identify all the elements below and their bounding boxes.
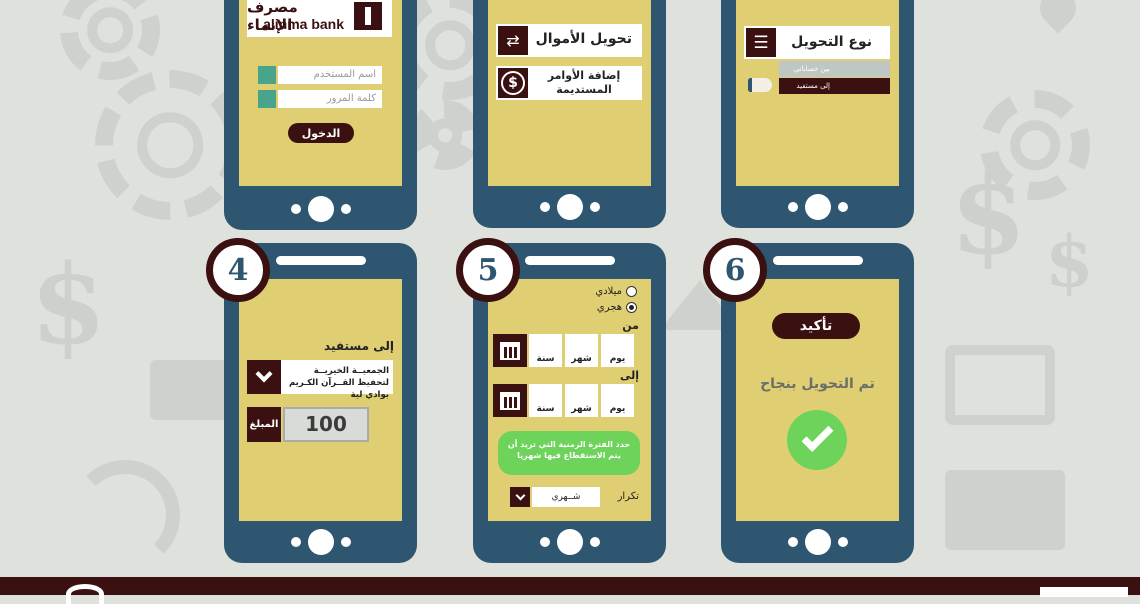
- phone-screen: ⇄ تحويل الأموال $ إضافة الأوامر المستديم…: [488, 0, 651, 186]
- gear-decoration: [95, 70, 245, 220]
- card-decoration-icon: [150, 360, 230, 420]
- calendar-icon[interactable]: [493, 334, 527, 367]
- from-label: من: [622, 319, 639, 332]
- option-to-beneficiary[interactable]: إلى مستفيد: [779, 78, 890, 94]
- amount-label: المبلغ: [247, 407, 281, 442]
- bank-logo: مصرف الإنماء alinma bank: [247, 0, 392, 37]
- gear-decoration: [60, 0, 160, 80]
- phone-screen: ميلادي هجري من سنة شهر يوم إلى سنة شهر ي…: [488, 279, 651, 521]
- chevron-down-icon: [247, 360, 281, 394]
- phone-login: مصرف الإنماء alinma bank اسم المستخدم كل…: [224, 0, 417, 230]
- home-bar: [290, 196, 351, 222]
- home-button[interactable]: [804, 194, 831, 220]
- home-bar: [787, 194, 848, 220]
- home-bar: [290, 529, 351, 555]
- footer-logo-icon: [66, 584, 104, 604]
- lock-icon: [258, 90, 276, 108]
- hijri-radio[interactable]: هجري: [597, 302, 637, 313]
- transfer-funds-label: تحويل الأموال: [535, 31, 632, 47]
- signal-decoration-icon: [70, 460, 180, 570]
- to-label: إلى: [619, 369, 639, 382]
- beneficiary-select[interactable]: الجمعيــة الخيريــة لتحفيظ القــرآن الكـ…: [247, 360, 393, 400]
- repeat-label: تكرار: [617, 491, 639, 502]
- phone-screen: إلى مستفيد الجمعيــة الخيريــة لتحفيظ ال…: [239, 279, 402, 521]
- home-bar: [787, 529, 848, 555]
- option-between-accounts[interactable]: بين حساباتي: [779, 61, 890, 77]
- success-message: تم التحويل بنجاح: [760, 376, 875, 392]
- home-bar: [539, 529, 600, 555]
- footer-bar: [0, 577, 1140, 604]
- amount-input[interactable]: 100: [283, 407, 369, 442]
- pointer-hand-icon: [748, 78, 772, 92]
- username-field[interactable]: اسم المستخدم: [278, 66, 382, 84]
- phone-menu: ⇄ تحويل الأموال $ إضافة الأوامر المستديم…: [473, 0, 666, 228]
- schedule-tooltip: حدد الفترة الزمنية التي تريد أن يتم الاس…: [498, 431, 640, 475]
- step-badge-6: 6: [703, 238, 767, 302]
- from-year[interactable]: سنة: [529, 334, 562, 367]
- transfer-funds-item[interactable]: ⇄ تحويل الأموال: [496, 24, 642, 57]
- dollar-icon: $: [498, 68, 528, 98]
- hijri-label: هجري: [596, 302, 622, 313]
- phone-screen: ☰ نوع التحويل بين حساباتي إلى مستفيد: [736, 0, 899, 186]
- transfer-type-header: ☰ نوع التحويل: [744, 26, 890, 59]
- phone-transfer-type: ☰ نوع التحويل بين حساباتي إلى مستفيد: [721, 0, 914, 228]
- home-button[interactable]: [307, 196, 334, 222]
- home-bar: [539, 194, 600, 220]
- gear-decoration: [410, 100, 480, 170]
- home-button[interactable]: [556, 194, 583, 220]
- user-icon: [258, 66, 276, 84]
- from-day[interactable]: يوم: [601, 334, 634, 367]
- gregorian-radio[interactable]: ميلادي: [595, 286, 637, 297]
- radio-checked-icon: [626, 302, 637, 313]
- step-badge-4: 4: [206, 238, 270, 302]
- dollar-decoration-icon: $: [30, 240, 107, 369]
- beneficiary-selected: الجمعيــة الخيريــة لتحفيظ القــرآن الكـ…: [289, 366, 389, 400]
- gregorian-label: ميلادي: [595, 286, 622, 297]
- confirm-button[interactable]: تأكيد: [772, 313, 860, 339]
- to-day[interactable]: يوم: [601, 384, 634, 417]
- briefcase-decoration-icon: [945, 345, 1055, 425]
- step-badge-5: 5: [456, 238, 520, 302]
- bank-logo-english: alinma bank: [263, 16, 344, 32]
- speaker: [772, 256, 863, 265]
- to-month[interactable]: شهر: [565, 384, 598, 417]
- phone-screen: تأكيد تم التحويل بنجاح: [736, 279, 899, 521]
- success-check-icon: [787, 410, 847, 470]
- menu-icon: ☰: [746, 28, 776, 57]
- phone-screen: مصرف الإنماء alinma bank اسم المستخدم كل…: [239, 0, 402, 186]
- to-year[interactable]: سنة: [529, 384, 562, 417]
- card-decoration-icon: [945, 470, 1065, 550]
- location-decoration-icon: [1032, 0, 1084, 34]
- from-month[interactable]: شهر: [565, 334, 598, 367]
- shuffle-icon: ⇄: [498, 26, 528, 55]
- home-button[interactable]: [556, 529, 583, 555]
- standing-orders-item[interactable]: $ إضافة الأوامر المستديمة: [496, 66, 642, 100]
- radio-empty-icon: [626, 286, 637, 297]
- beneficiary-label: إلى مستفيد: [324, 339, 394, 353]
- home-button[interactable]: [804, 529, 831, 555]
- login-button[interactable]: الدخول: [288, 123, 354, 143]
- standing-orders-label: إضافة الأوامر المستديمة: [547, 69, 621, 96]
- dollar-decoration-icon: $: [1045, 220, 1094, 303]
- chevron-down-icon[interactable]: [510, 487, 530, 507]
- dollar-decoration-icon: $: [950, 150, 1027, 279]
- footer-badge: [1040, 587, 1128, 597]
- speaker: [524, 256, 615, 265]
- bank-logo-mark-icon: [354, 2, 382, 30]
- transfer-type-title: نوع التحويل: [791, 34, 872, 50]
- password-field[interactable]: كلمة المرور: [278, 90, 382, 108]
- repeat-select[interactable]: شــهري: [532, 487, 600, 507]
- speaker: [275, 256, 366, 265]
- home-button[interactable]: [307, 529, 334, 555]
- calendar-icon[interactable]: [493, 384, 527, 417]
